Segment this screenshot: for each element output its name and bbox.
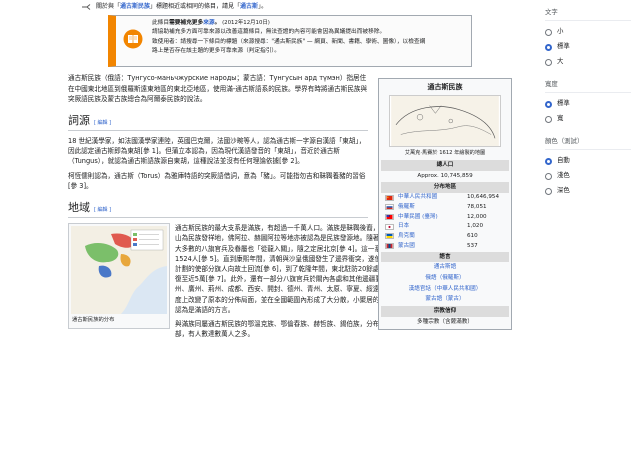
language-item[interactable]: 通古斯語 <box>381 262 509 273</box>
mongolia-flag-icon <box>385 242 394 249</box>
region-row: 日本 1,020 <box>381 222 509 232</box>
hatnote: 關於與「通古斯民族」標題相近或相同的條目，請見「通古斯」。 <box>82 2 512 11</box>
region-value: 610 <box>467 233 478 239</box>
infobox-image-caption: 艾萬克·馬賽於 1612 年繪製的地圖 <box>404 149 486 156</box>
language-item[interactable]: 蒙古語（蒙古） <box>381 294 509 305</box>
width-title: 寬度 <box>545 80 631 93</box>
infobox-title: 通古斯民族 <box>381 81 509 95</box>
etymology-paragraph-2: 柯恆儒則認為，通古斯（Torus）為雅庫特語的突厥語借詞，意為「豬」。可能指勿吉… <box>68 171 366 190</box>
section-heading-region: 地域[ 編輯 ] <box>68 199 368 219</box>
region-value: 537 <box>467 242 478 249</box>
russia-flag-icon <box>385 204 394 211</box>
region-value: 78,051 <box>467 204 487 211</box>
text-size-standard-option[interactable]: 標準 <box>545 40 640 55</box>
ukraine-flag-icon <box>385 233 394 240</box>
radio-button[interactable] <box>545 172 552 180</box>
region-row: 蒙古國 537 <box>381 241 509 251</box>
sources-link[interactable]: 來源 <box>203 20 214 26</box>
hatnote-text: 關於與「通古斯民族」標題相近或相同的條目，請見「通古斯」。 <box>96 3 268 10</box>
notice-line-2: 請協助補充多方面可靠來源以改善這篇條目，無法查證的內容可能會因為異議提出而被移除… <box>152 29 386 36</box>
edit-link-region[interactable]: [ 編輯 ] <box>94 207 111 213</box>
radio-button[interactable] <box>545 28 552 36</box>
distribution-map[interactable] <box>71 226 167 315</box>
notice-date: (2012年12月10日) <box>222 20 270 27</box>
region-name[interactable]: 俄羅斯 <box>398 203 467 212</box>
language-item[interactable]: 漢語官話（中華人民共和國） <box>381 284 509 295</box>
notice-text: 此條目需要補充更多來源。 (2012年12月10日) 請協助補充多方面可靠來源以… <box>152 19 425 63</box>
taiwan-flag-icon <box>385 214 394 221</box>
text-size-title: 文字 <box>545 8 631 21</box>
region-value: 12,000 <box>467 213 487 220</box>
region-name[interactable]: 日本 <box>398 222 467 231</box>
radio-button-selected[interactable] <box>545 100 552 108</box>
hatnote-link-1[interactable]: 通古斯民族 <box>120 3 150 10</box>
region-row: 俄羅斯 78,051 <box>381 203 509 213</box>
width-standard-option[interactable]: 標準 <box>545 97 640 112</box>
color-title: 顏色（測試） <box>545 137 631 150</box>
infobox: 通古斯民族 艾萬克·馬賽於 1612 年繪製的地圖 總人口 Approx. 10… <box>378 78 512 331</box>
notice-line-4: 路上是否存在該主題的更多可靠來源（判定指引）。 <box>152 47 280 54</box>
etymology-paragraph-1: 18 世紀漢學家，如法國漢學家連陸，英國巴克爾，法國沙畹等人，認為通古斯一字源自… <box>68 137 366 166</box>
refimprove-notice: 此條目需要補充更多來源。 (2012年12月10日) 請協助補充多方面可靠來源以… <box>108 15 472 68</box>
region-name[interactable]: 蒙古國 <box>398 242 467 251</box>
text-size-small-option[interactable]: 小 <box>545 25 640 40</box>
radio-button-selected[interactable] <box>545 43 552 51</box>
region-row: 中華民國 (臺灣) 12,000 <box>381 212 509 222</box>
section-heading-etymology: 詞源[ 編輯 ] <box>68 112 368 131</box>
religion-value: 多種宗教（含薩滿教） <box>417 318 473 325</box>
color-light-option[interactable]: 淺色 <box>545 169 640 184</box>
notice-line-3: 致使用者：請搜尋一下條目的標題（來源搜尋："通古斯民族" — 網頁、新聞、書籍、… <box>152 38 426 45</box>
color-dark-option[interactable]: 深色 <box>545 184 640 199</box>
radio-button[interactable] <box>545 187 552 195</box>
region-value: 1,020 <box>467 223 484 230</box>
text-size-large-option[interactable]: 大 <box>545 55 640 70</box>
book-icon <box>123 29 143 49</box>
color-auto-option[interactable]: 自動 <box>545 154 640 169</box>
population-total: Approx. 10,745,859 <box>417 172 473 179</box>
religion-header: 宗教信仰 <box>381 306 509 317</box>
disambiguation-icon <box>82 3 91 10</box>
appearance-sidebar: 文字 小 標準 大 寬度 標準 寬 顏色（測試） 自動 淺色 深色 <box>545 0 640 199</box>
distribution-map-figure[interactable]: 通古斯民族的分布 <box>68 223 170 330</box>
width-wide-option[interactable]: 寬 <box>545 112 640 127</box>
radio-button[interactable] <box>545 115 552 123</box>
distribution-header: 分布地區 <box>381 182 509 193</box>
lead-paragraph: 通古斯民族（俄語：Тунгусо-маньчжурские народы；蒙古語… <box>68 74 368 103</box>
china-flag-icon <box>385 194 394 201</box>
radio-button[interactable] <box>545 58 552 66</box>
region-row: 中華人民共和國 10,646,954 <box>381 193 509 203</box>
population-header: 總人口 <box>381 159 509 171</box>
radio-button-selected[interactable] <box>545 157 552 165</box>
language-header: 語言 <box>381 251 509 263</box>
region-name[interactable]: 中華人民共和國 <box>398 193 467 202</box>
historical-map-image[interactable] <box>389 94 501 147</box>
region-row: 烏克蘭 610 <box>381 232 509 242</box>
region-value: 10,646,954 <box>467 194 500 201</box>
map-caption: 通古斯民族的分布 <box>72 317 115 324</box>
hatnote-link-2[interactable]: 通古斯 <box>240 3 258 10</box>
language-item[interactable]: 俄語（俄羅斯） <box>381 273 509 284</box>
region-name[interactable]: 中華民國 (臺灣) <box>398 213 467 222</box>
japan-flag-icon <box>385 223 394 230</box>
edit-link-etymology[interactable]: [ 編輯 ] <box>94 120 111 126</box>
region-name[interactable]: 烏克蘭 <box>398 232 467 241</box>
